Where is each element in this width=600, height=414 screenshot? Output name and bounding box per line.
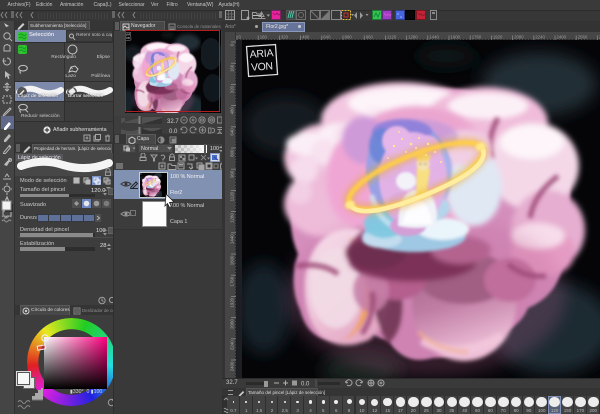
svg-text:960: 960 [366,35,374,40]
svg-text:480: 480 [302,35,310,40]
svg-text:640: 640 [230,128,235,136]
svg-text:32.7: 32.7 [167,119,179,125]
svg-text:320: 320 [281,35,289,40]
svg-text:1280: 1280 [230,213,235,223]
svg-text:960: 960 [230,170,235,178]
svg-text:0: 0 [239,35,242,40]
svg-text:800: 800 [230,149,235,157]
svg-text:640: 640 [323,35,331,40]
svg-text:2080: 2080 [230,319,235,329]
svg-text:1760: 1760 [230,276,235,286]
svg-text:1600: 1600 [230,255,235,265]
svg-text:160: 160 [230,64,235,72]
svg-text:1120: 1120 [230,191,235,201]
svg-text:2400: 2400 [230,361,235,371]
svg-text:0.0: 0.0 [301,382,310,388]
svg-text:1920: 1920 [493,35,503,40]
svg-text:800: 800 [345,35,353,40]
svg-text:1760: 1760 [472,35,482,40]
svg-text:2560: 2560 [578,35,588,40]
svg-text:0: 0 [230,43,235,46]
svg-text:2240: 2240 [535,35,545,40]
svg-text:2240: 2240 [230,340,235,350]
svg-text:320: 320 [230,85,235,93]
svg-text:1280: 1280 [408,35,418,40]
svg-text:1440: 1440 [230,234,235,244]
svg-text:160: 160 [260,35,268,40]
svg-text:1440: 1440 [429,35,439,40]
svg-text:2080: 2080 [514,35,524,40]
svg-text:1920: 1920 [230,297,235,307]
svg-text:2400: 2400 [557,35,567,40]
svg-text:1600: 1600 [451,35,461,40]
svg-text:480: 480 [230,107,235,115]
svg-text:1120: 1120 [387,35,397,40]
